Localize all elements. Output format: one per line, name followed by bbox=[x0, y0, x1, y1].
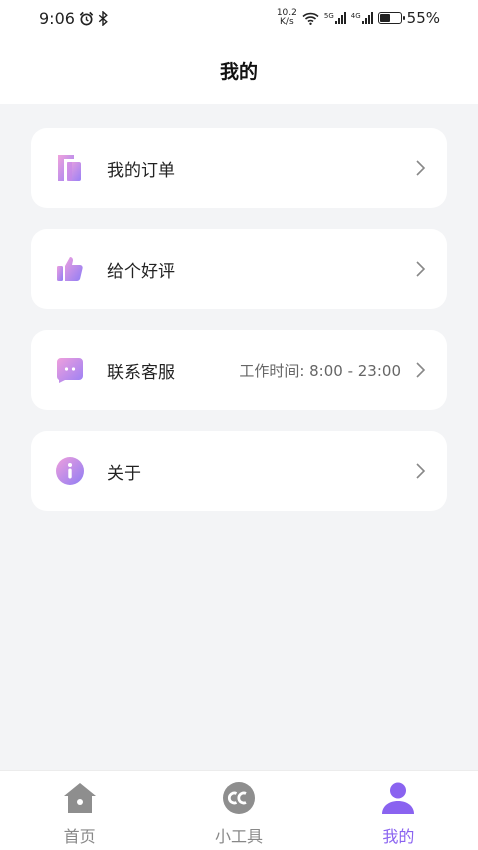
thumbs-up-icon bbox=[55, 254, 85, 284]
chevron-right-icon bbox=[416, 160, 426, 176]
info-icon bbox=[55, 456, 85, 486]
menu-item-about[interactable]: 关于 bbox=[31, 431, 447, 511]
menu-item-support[interactable]: 联系客服 工作时间: 8:00 - 23:00 bbox=[31, 330, 447, 410]
menu-item-rate[interactable]: 给个好评 bbox=[31, 229, 447, 309]
tab-tools[interactable]: 小工具 bbox=[159, 771, 318, 850]
battery-fill bbox=[379, 14, 391, 22]
menu-item-orders[interactable]: 我的订单 bbox=[31, 128, 447, 208]
tab-mine[interactable]: 我的 bbox=[319, 771, 478, 850]
page-title: 我的 bbox=[219, 60, 258, 83]
chevron-right-icon bbox=[416, 463, 426, 479]
support-hours: 工作时间: 8:00 - 23:00 bbox=[239, 361, 401, 380]
tab-label-home: 首页 bbox=[63, 827, 96, 846]
tab-label-tools: 小工具 bbox=[214, 827, 263, 846]
signal-4g-tag: 4G bbox=[350, 12, 361, 20]
page-header: 我的 bbox=[0, 36, 478, 104]
menu-label-orders: 我的订单 bbox=[107, 160, 175, 181]
chevron-right-icon bbox=[416, 261, 426, 277]
wifi-icon bbox=[302, 12, 319, 25]
battery-percent: 55% bbox=[406, 9, 440, 27]
battery-icon bbox=[377, 12, 405, 24]
menu-label-rate: 给个好评 bbox=[107, 261, 175, 282]
bottom-tab-bar: 首页 小工具 我的 bbox=[0, 770, 478, 850]
tab-home[interactable]: 首页 bbox=[0, 771, 159, 850]
menu-label-support: 联系客服 bbox=[107, 362, 175, 383]
tab-label-mine: 我的 bbox=[382, 827, 415, 846]
chevron-right-icon bbox=[416, 362, 426, 378]
signal-4g-icon: 4G bbox=[351, 12, 373, 24]
alarm-icon bbox=[79, 11, 94, 25]
chat-icon bbox=[55, 355, 85, 385]
user-icon bbox=[380, 780, 416, 816]
net-speed-unit: K/s bbox=[280, 17, 294, 27]
signal-5g-icon: 5G bbox=[324, 12, 346, 24]
bluetooth-icon bbox=[98, 10, 108, 26]
net-speed: 10.2 K/s bbox=[277, 9, 297, 27]
home-icon bbox=[62, 780, 98, 816]
status-bar: 9:06 10.2 K/s 5G 4G 55% bbox=[0, 0, 478, 36]
signal-5g-tag: 5G bbox=[323, 12, 334, 20]
menu-label-about: 关于 bbox=[107, 463, 141, 484]
status-left: 9:06 bbox=[39, 9, 108, 28]
cc-icon bbox=[221, 780, 257, 816]
orders-icon bbox=[55, 153, 85, 183]
status-time: 9:06 bbox=[39, 8, 75, 28]
status-right: 10.2 K/s 5G 4G 55% bbox=[277, 9, 440, 28]
